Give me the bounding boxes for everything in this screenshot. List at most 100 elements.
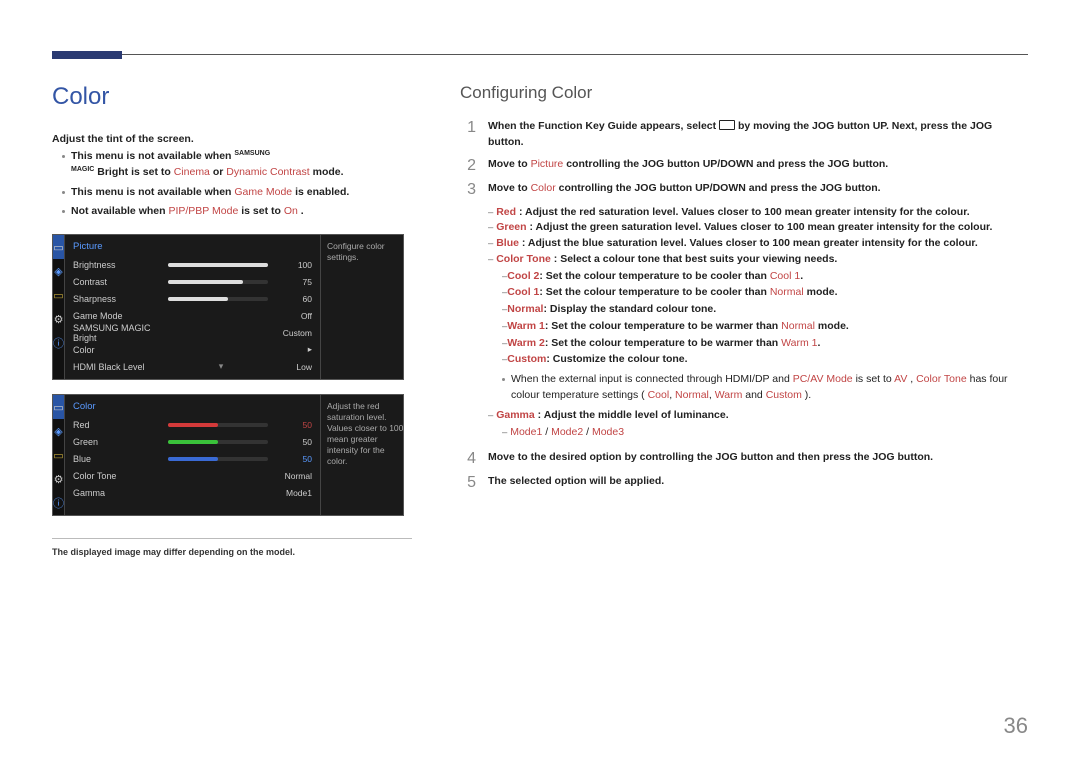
option-text: : Set the colour temperature to be coole… (539, 270, 769, 282)
option-dynamic-contrast: Dynamic Contrast (226, 166, 309, 178)
bullet-icon: ‒ (488, 237, 493, 251)
osd-nav-icon[interactable]: ▭ (53, 443, 64, 467)
osd-nav-icon[interactable]: ◈ (53, 259, 64, 283)
option-label: Green (496, 221, 526, 233)
step-text: The selected option will be applied. (488, 474, 1028, 492)
colortone-note: When the external input is connected thr… (502, 372, 1028, 404)
bullet-icon (62, 155, 65, 158)
option-text: : Adjust the green saturation level. Val… (530, 221, 993, 233)
option-label: Warm (715, 389, 743, 401)
osd-row[interactable]: Contrast75 (73, 273, 312, 290)
option-text: : Adjust the red saturation level. Value… (519, 206, 970, 218)
step-text: controlling the JOG button UP/DOWN and p… (566, 158, 888, 170)
osd-row[interactable]: Green50 (73, 433, 312, 450)
osd-row[interactable]: Color ToneNormal (73, 467, 312, 484)
note-item: This menu is not available when SAMSUNGM… (62, 149, 422, 181)
osd-nav-icon[interactable]: ▭ (53, 283, 64, 307)
note-text: When the external input is connected thr… (511, 373, 793, 385)
option-text: : Set the colour temperature to be coole… (539, 286, 769, 298)
step-1: 1 When the Function Key Guide appears, s… (460, 119, 1028, 151)
step-text: When the Function Key Guide appears, sel… (488, 120, 719, 132)
bullet-icon: ‒ (502, 425, 507, 440)
osd-row-value: ▸ (274, 344, 312, 355)
detail-red: ‒ Red : Adjust the red saturation level.… (488, 205, 1028, 221)
osd-nav-info-icon[interactable]: ⓘ (53, 491, 64, 515)
option-label: Cool 1 (507, 286, 539, 298)
option-label: Blue (496, 237, 519, 249)
step-text: Move to (488, 158, 531, 170)
note-item: Not available when PIP/PBP Mode is set t… (62, 204, 422, 220)
osd-row[interactable]: Red50 (73, 416, 312, 433)
menu-target: Picture (531, 158, 564, 170)
option-label: Warm 2 (507, 337, 545, 349)
bullet-icon (62, 191, 65, 194)
option-label: Custom (766, 389, 802, 401)
colortone-sub: ‒ Normal: Display the standard colour to… (502, 301, 1028, 318)
osd-row[interactable]: Color▸ (73, 341, 312, 358)
osd-picture-panel: ▭ ◈ ▭ ⚙ ⓘ Picture Brightness100Contrast7… (52, 234, 404, 380)
osd-row-label: Brightness (73, 260, 168, 270)
option-label: Mode2 (551, 426, 583, 438)
colortone-sub: ‒ Custom: Customize the colour tone. (502, 351, 1028, 368)
option-text: : Select a colour tone that best suits y… (554, 253, 838, 265)
menu-target: Color (531, 182, 556, 194)
note-text: . (301, 205, 304, 217)
note-text: is set to (856, 373, 895, 385)
osd-row[interactable]: HDMI Black Level▾Low (73, 358, 312, 375)
osd-row[interactable]: Game Mode Off (73, 307, 312, 324)
osd-row[interactable]: Brightness 100 (73, 256, 312, 273)
option-label: Normal (675, 389, 709, 401)
note-text: ). (805, 389, 811, 401)
osd-row-value: Low (274, 362, 312, 372)
osd-row[interactable]: GammaMode1 (73, 484, 312, 501)
osd-color-panel: ▭ ◈ ▭ ⚙ ⓘ Color Red50Green50Blue50Color … (52, 394, 404, 516)
osd-row[interactable]: Blue 50 (73, 450, 312, 467)
osd-row-bar[interactable] (168, 457, 268, 461)
osd-row-bar[interactable] (168, 423, 268, 427)
osd-row-bar[interactable] (168, 280, 268, 284)
osd-list: Picture Brightness100Contrast75Sharpness… (65, 235, 320, 379)
colortone-sub: ‒ Cool 2: Set the colour temperature to … (502, 268, 1028, 285)
header-accent (52, 51, 122, 59)
osd-row-value: 60 (274, 294, 312, 304)
osd-nav-picture-icon[interactable]: ▭ (53, 395, 64, 419)
option-pip-pbp: PIP/PBP Mode (168, 205, 238, 217)
osd-row[interactable]: Sharpness60 (73, 290, 312, 307)
option-label: Cool (648, 389, 670, 401)
right-column: Configuring Color 1 When the Function Ke… (460, 83, 1028, 557)
osd-row-value: 50 (274, 454, 312, 464)
step-number: 2 (460, 157, 476, 175)
note-text: Not available when (71, 205, 168, 217)
osd-row-label: Game Mode (73, 311, 168, 321)
osd-row-bar[interactable] (168, 263, 268, 267)
step-4: 4 Move to the desired option by controll… (460, 450, 1028, 468)
step-number: 1 (460, 119, 476, 151)
osd-row-bar[interactable] (168, 440, 268, 444)
osd-nav-settings-icon[interactable]: ⚙ (53, 307, 64, 331)
section-heading: Configuring Color (460, 83, 1028, 103)
osd-nav-icon[interactable]: ◈ (53, 419, 64, 443)
osd-row-value: 100 (274, 260, 312, 270)
option-text: . (818, 337, 821, 349)
step-text: Move to the desired option by controllin… (488, 450, 1028, 468)
option-text: : Adjust the blue saturation level. Valu… (522, 237, 978, 249)
note-text: This menu is not available when (71, 186, 234, 198)
option-cinema: Cinema (174, 166, 210, 178)
osd-row-value: 75 (274, 277, 312, 287)
note-text: or (213, 166, 226, 178)
osd-nav: ▭ ◈ ▭ ⚙ ⓘ (53, 235, 65, 379)
osd-nav-picture-icon[interactable]: ▭ (53, 235, 64, 259)
note-text: This menu is not available when (71, 150, 234, 162)
step-text: controlling the JOG button UP/DOWN and p… (559, 182, 881, 194)
osd-nav-settings-icon[interactable]: ⚙ (53, 467, 64, 491)
osd-row[interactable]: SAMSUNG MAGIC BrightCustom (73, 324, 312, 341)
option-label: Cool 2 (507, 270, 539, 282)
osd-row-bar[interactable] (168, 297, 268, 301)
osd-nav-info-icon[interactable]: ⓘ (53, 331, 64, 355)
osd-row-value: Off (274, 311, 312, 321)
option-text: : Display the standard colour tone. (543, 303, 716, 315)
osd-row-label: SAMSUNG MAGIC Bright (73, 323, 168, 343)
osd-row-label: Blue (73, 454, 168, 464)
detail-blue: ‒ Blue : Adjust the blue saturation leve… (488, 236, 1028, 252)
option-ref: Normal (781, 320, 815, 332)
